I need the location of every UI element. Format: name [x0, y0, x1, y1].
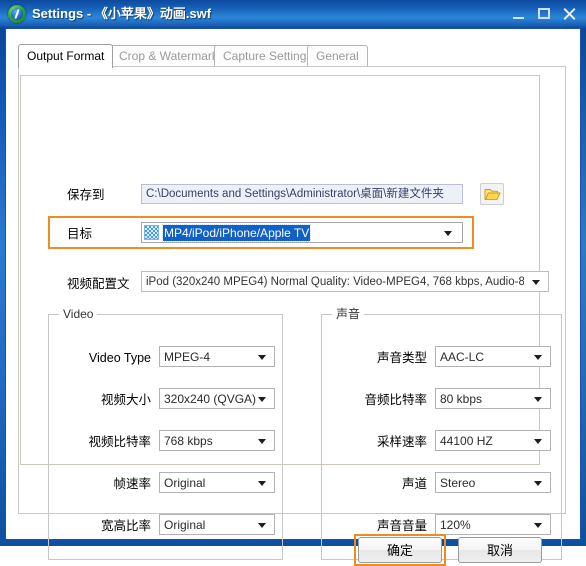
tab-strip: Output Format Crop & Watermark Capture S… [18, 44, 566, 68]
sample-rate-label: 采样速率 [376, 435, 427, 449]
video-size-value: 320x240 (QVGA) [164, 392, 257, 406]
video-bitrate-label: 视频比特率 [88, 435, 151, 449]
chevron-down-icon[interactable] [534, 439, 542, 444]
save-to-label: 保存到 [67, 188, 105, 202]
ok-button[interactable]: 确定 [358, 537, 442, 563]
chevron-down-icon[interactable] [258, 481, 266, 486]
chevron-down-icon[interactable] [258, 355, 266, 360]
chevron-down-icon[interactable] [534, 481, 542, 486]
sample-rate-combobox[interactable]: 44100 HZ [435, 430, 551, 451]
chevron-down-icon[interactable] [258, 439, 266, 444]
aspect-ratio-value: Original [164, 518, 206, 532]
browse-folder-button[interactable] [480, 183, 504, 205]
chevron-down-icon[interactable] [444, 231, 452, 236]
target-selected-value: MP4/iPod/iPhone/Apple TV [161, 224, 312, 242]
audio-group-title: 声音 [332, 307, 365, 321]
minimize-button[interactable] [512, 7, 527, 21]
video-type-combobox[interactable]: MPEG-4 [159, 346, 275, 367]
tab-general[interactable]: General [307, 45, 368, 67]
close-button[interactable] [562, 7, 577, 21]
sample-rate-value: 44100 HZ [440, 434, 493, 448]
video-size-combobox[interactable]: 320x240 (QVGA) [159, 388, 275, 409]
video-profile-value: iPod (320x240 MPEG4) Normal Quality: Vid… [146, 276, 524, 288]
audio-type-label: 声音类型 [376, 351, 427, 365]
frame-rate-combobox[interactable]: Original [159, 472, 275, 493]
audio-channel-combobox[interactable]: Stereo [435, 472, 551, 493]
audio-channel-label: 声道 [401, 477, 427, 491]
settings-app-icon [8, 5, 26, 23]
chevron-down-icon[interactable] [258, 397, 266, 402]
audio-bitrate-combobox[interactable]: 80 kbps [435, 388, 551, 409]
title-bar: Settings - 《小苹果》动画.swf [0, 0, 586, 28]
audio-type-value: AAC-LC [440, 350, 485, 364]
open-folder-icon [484, 189, 501, 200]
tab-crop-watermark[interactable]: Crop & Watermark [110, 45, 227, 67]
video-type-value: MPEG-4 [164, 350, 211, 364]
target-combobox[interactable]: MP4/iPod/iPhone/Apple TV [141, 222, 463, 243]
chevron-down-icon[interactable] [258, 523, 266, 528]
audio-volume-combobox[interactable]: 120% [435, 514, 551, 535]
dialog-client-area: Output Format Crop & Watermark Capture S… [5, 28, 581, 566]
tab-panel-seam [19, 66, 109, 68]
tab-output-format[interactable]: Output Format [18, 44, 114, 68]
settings-window: Settings - 《小苹果》动画.swf Output Format Cro… [0, 0, 586, 566]
video-group-box: Video Video Type MPEG-4 视频大小 320x240 (QV… [48, 307, 283, 560]
audio-volume-value: 120% [440, 518, 471, 532]
frame-rate-label: 帧速率 [113, 477, 151, 491]
video-profile-label: 视频配置文 [67, 277, 130, 291]
maximize-button[interactable] [537, 7, 552, 21]
chevron-down-icon[interactable] [532, 280, 540, 285]
aspect-ratio-label: 宽高比率 [100, 519, 151, 533]
video-bitrate-combobox[interactable]: 768 kbps [159, 430, 275, 451]
output-format-panel: 保存到 C:\Documents and Settings\Administra… [20, 75, 562, 560]
audio-group-box: 声音 声音类型 AAC-LC 音频比特率 80 kbps 采样速率 44100 … [321, 307, 562, 560]
target-label: 目标 [67, 227, 93, 241]
aspect-ratio-combobox[interactable]: Original [159, 514, 275, 535]
device-thumbnail-icon [144, 225, 159, 240]
video-bitrate-value: 768 kbps [164, 434, 213, 448]
video-type-label: Video Type [88, 351, 151, 365]
chevron-down-icon[interactable] [534, 523, 542, 528]
video-size-label: 视频大小 [100, 393, 151, 407]
audio-type-combobox[interactable]: AAC-LC [435, 346, 551, 367]
chevron-down-icon[interactable] [534, 397, 542, 402]
cancel-button[interactable]: 取消 [458, 537, 542, 563]
frame-rate-value: Original [164, 476, 206, 490]
save-to-path-field[interactable]: C:\Documents and Settings\Administrator\… [141, 184, 463, 204]
audio-channel-value: Stereo [440, 476, 476, 490]
video-group-title: Video [59, 307, 98, 321]
audio-bitrate-label: 音频比特率 [364, 393, 427, 407]
video-profile-combobox[interactable]: iPod (320x240 MPEG4) Normal Quality: Vid… [141, 271, 549, 292]
audio-bitrate-value: 80 kbps [440, 392, 483, 406]
tab-capture-settings[interactable]: Capture Settings [214, 45, 322, 67]
audio-volume-label: 声音音量 [376, 519, 427, 533]
chevron-down-icon[interactable] [534, 355, 542, 360]
window-title: Settings - 《小苹果》动画.swf [32, 6, 212, 21]
